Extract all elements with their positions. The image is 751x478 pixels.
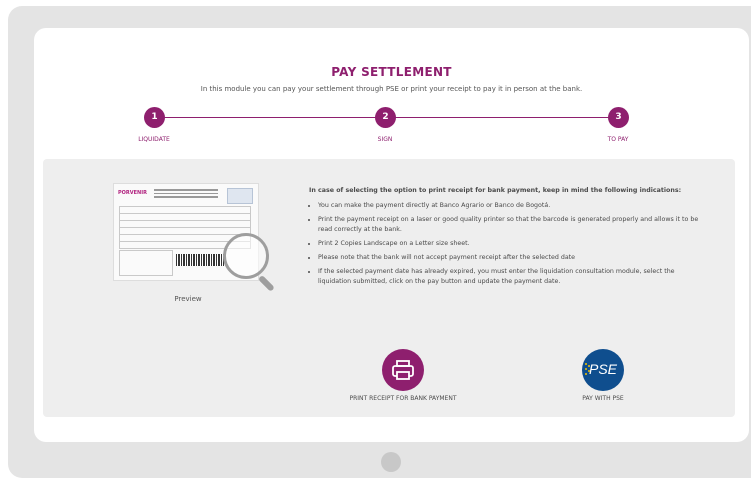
print-receipt-label: PRINT RECEIPT FOR BANK PAYMENT (349, 395, 457, 402)
printer-icon (392, 360, 414, 380)
pay-with-pse-label: PAY WITH PSE (582, 395, 624, 402)
magnifier-icon[interactable] (223, 233, 269, 279)
magnifier-handle (257, 274, 275, 292)
tablet-frame: PAY SETTLEMENT In this module you can pa… (8, 6, 751, 478)
pay-with-pse-action[interactable]: pse PAY WITH PSE (563, 349, 643, 402)
step-1-circle[interactable]: 1 (144, 107, 165, 128)
step-2-label: SIGN (377, 136, 393, 143)
barcode-image (176, 254, 224, 266)
indication-item: Please note that the bank will not accep… (318, 253, 704, 263)
indications-intro: In case of selecting the option to print… (309, 187, 682, 194)
page-title: PAY SETTLEMENT (331, 65, 452, 79)
indication-item: If the selected payment date has already… (318, 267, 704, 287)
receipt-logo: PORVENIR (118, 190, 147, 196)
page-subtitle: In this module you can pay your settleme… (200, 85, 583, 93)
payment-panel: PORVENIR Preview In case of selecting th… (43, 159, 735, 417)
receipt-stamp-box (119, 250, 173, 276)
step-3-label: TO PAY (607, 136, 629, 143)
step-2-circle[interactable]: 2 (375, 107, 396, 128)
indication-item: You can make the payment directly at Ban… (318, 201, 704, 211)
pse-logo-icon: pse (588, 361, 617, 377)
stepper: 1 LIQUIDATE 2 SIGN 3 TO PAY (34, 106, 749, 146)
pse-button[interactable]: pse (582, 349, 624, 391)
step-3-circle[interactable]: 3 (608, 107, 629, 128)
indication-item: Print the payment receipt on a laser or … (318, 215, 704, 235)
indications: In case of selecting the option to print… (309, 186, 704, 291)
receipt-side-logo (227, 188, 253, 204)
step-1-label: LIQUIDATE (138, 136, 170, 143)
print-receipt-button[interactable] (382, 349, 424, 391)
preview-label: Preview (174, 295, 202, 303)
receipt-header (154, 189, 218, 199)
print-receipt-action[interactable]: PRINT RECEIPT FOR BANK PAYMENT (343, 349, 463, 402)
indications-list: You can make the payment directly at Ban… (309, 201, 704, 287)
home-button[interactable] (381, 452, 401, 472)
indication-item: Print 2 Copies Landscape on a Letter siz… (318, 239, 704, 249)
screen: PAY SETTLEMENT In this module you can pa… (34, 28, 749, 442)
